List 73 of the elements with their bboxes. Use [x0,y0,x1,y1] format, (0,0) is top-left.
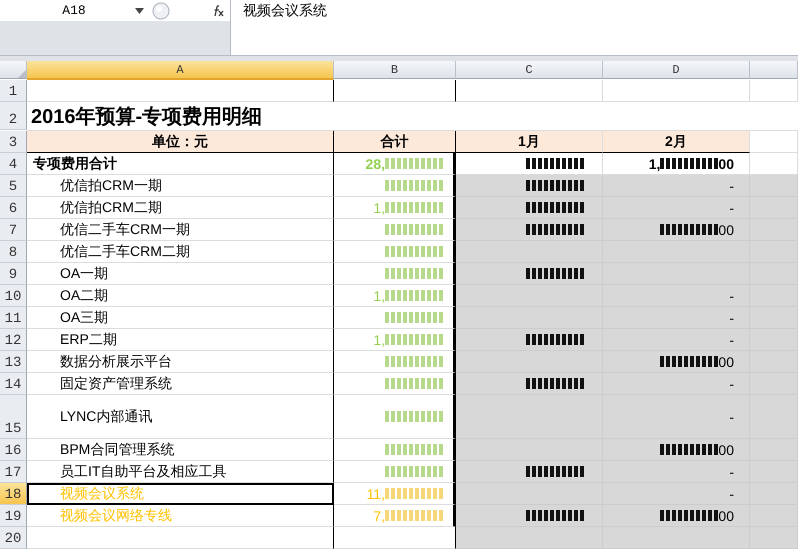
cell-value: 1, [373,200,385,216]
header-text: 2月 [665,132,687,150]
row-header[interactable]: 5 [0,175,27,197]
cell-value: - [729,178,734,194]
cell-value: 00 [718,156,734,172]
formula-bar[interactable]: 视频会议系统 [230,0,798,55]
row-header[interactable]: 1 [0,80,27,102]
item-label: 优信拍CRM一期 [60,176,162,194]
item-label: 优信拍CRM二期 [60,198,162,216]
item-label: ERP二期 [60,330,117,348]
sheet-title: 2016年预算-专项费用明细 [31,105,262,130]
row-header[interactable]: 4 [0,153,27,175]
cell-value: - [729,332,734,348]
header-text: 1月 [518,132,540,150]
header-text: 单位：元 [152,132,208,150]
cell-value: - [729,288,734,304]
item-label: 员工IT自助平台及相应工具 [60,462,226,480]
row-header[interactable]: 7 [0,219,27,241]
cell-value: 28, [366,156,385,172]
row-header[interactable]: 3 [0,131,27,153]
name-box[interactable]: A18 [0,0,149,21]
row-header[interactable]: 17 [0,461,27,483]
row-header[interactable]: 15 [0,395,27,439]
column-header[interactable]: B [334,61,456,79]
row-header[interactable]: 6 [0,197,27,219]
cell-value: 00 [718,354,734,370]
item-label: BPM合同管理系统 [60,440,174,458]
cell-value: - [729,200,734,216]
cell-value: - [729,310,734,326]
item-label: OA一期 [60,264,108,282]
item-label: 固定资产管理系统 [60,374,172,392]
cell-value: 00 [718,508,734,524]
row-header[interactable]: 14 [0,373,27,395]
cell-value: 11, [366,486,385,502]
item-label: OA二期 [60,286,108,304]
item-label: 优信二手车CRM二期 [60,242,190,260]
item-label: OA三期 [60,308,108,326]
dropdown-caret-icon[interactable] [135,8,144,14]
row-header[interactable]: 10 [0,285,27,307]
row-header[interactable]: 8 [0,241,27,263]
row-header[interactable]: 20 [0,527,27,549]
table-cell [750,80,798,102]
item-label: 视频会议系统 [60,484,144,502]
item-label: LYNC内部通讯 [60,408,152,426]
column-header[interactable]: D [603,61,750,79]
row-header[interactable]: 16 [0,439,27,461]
cell-value: 1, [373,332,385,348]
circle-handle-icon[interactable] [152,2,170,20]
item-label: 数据分析展示平台 [60,352,172,370]
item-label: 专项费用合计 [33,154,117,172]
column-header[interactable]: C [456,61,603,79]
row-header[interactable]: 9 [0,263,27,285]
select-all-icon[interactable] [18,70,26,78]
column-header[interactable] [750,61,798,79]
cell-value: 1, [373,288,385,304]
column-header[interactable]: A [27,61,334,80]
cell-value: - [729,408,734,424]
row-header[interactable]: 11 [0,307,27,329]
cell-value: 1, [648,156,660,172]
cell-value: 7, [373,508,385,524]
header-text: 合计 [380,132,408,150]
cell-value: - [729,464,734,480]
cell-value: 00 [718,222,734,238]
cell-value: - [729,376,734,392]
item-label: 优信二手车CRM一期 [60,220,190,238]
row-header[interactable]: 18 [0,483,27,505]
item-label: 视频会议网络专线 [60,506,172,524]
row-header[interactable]: 13 [0,351,27,373]
row-header[interactable]: 2 [0,102,27,130]
row-header[interactable]: 19 [0,505,27,527]
row-header[interactable]: 12 [0,329,27,351]
cell-value: - [729,486,734,502]
cell-value: 00 [718,442,734,458]
